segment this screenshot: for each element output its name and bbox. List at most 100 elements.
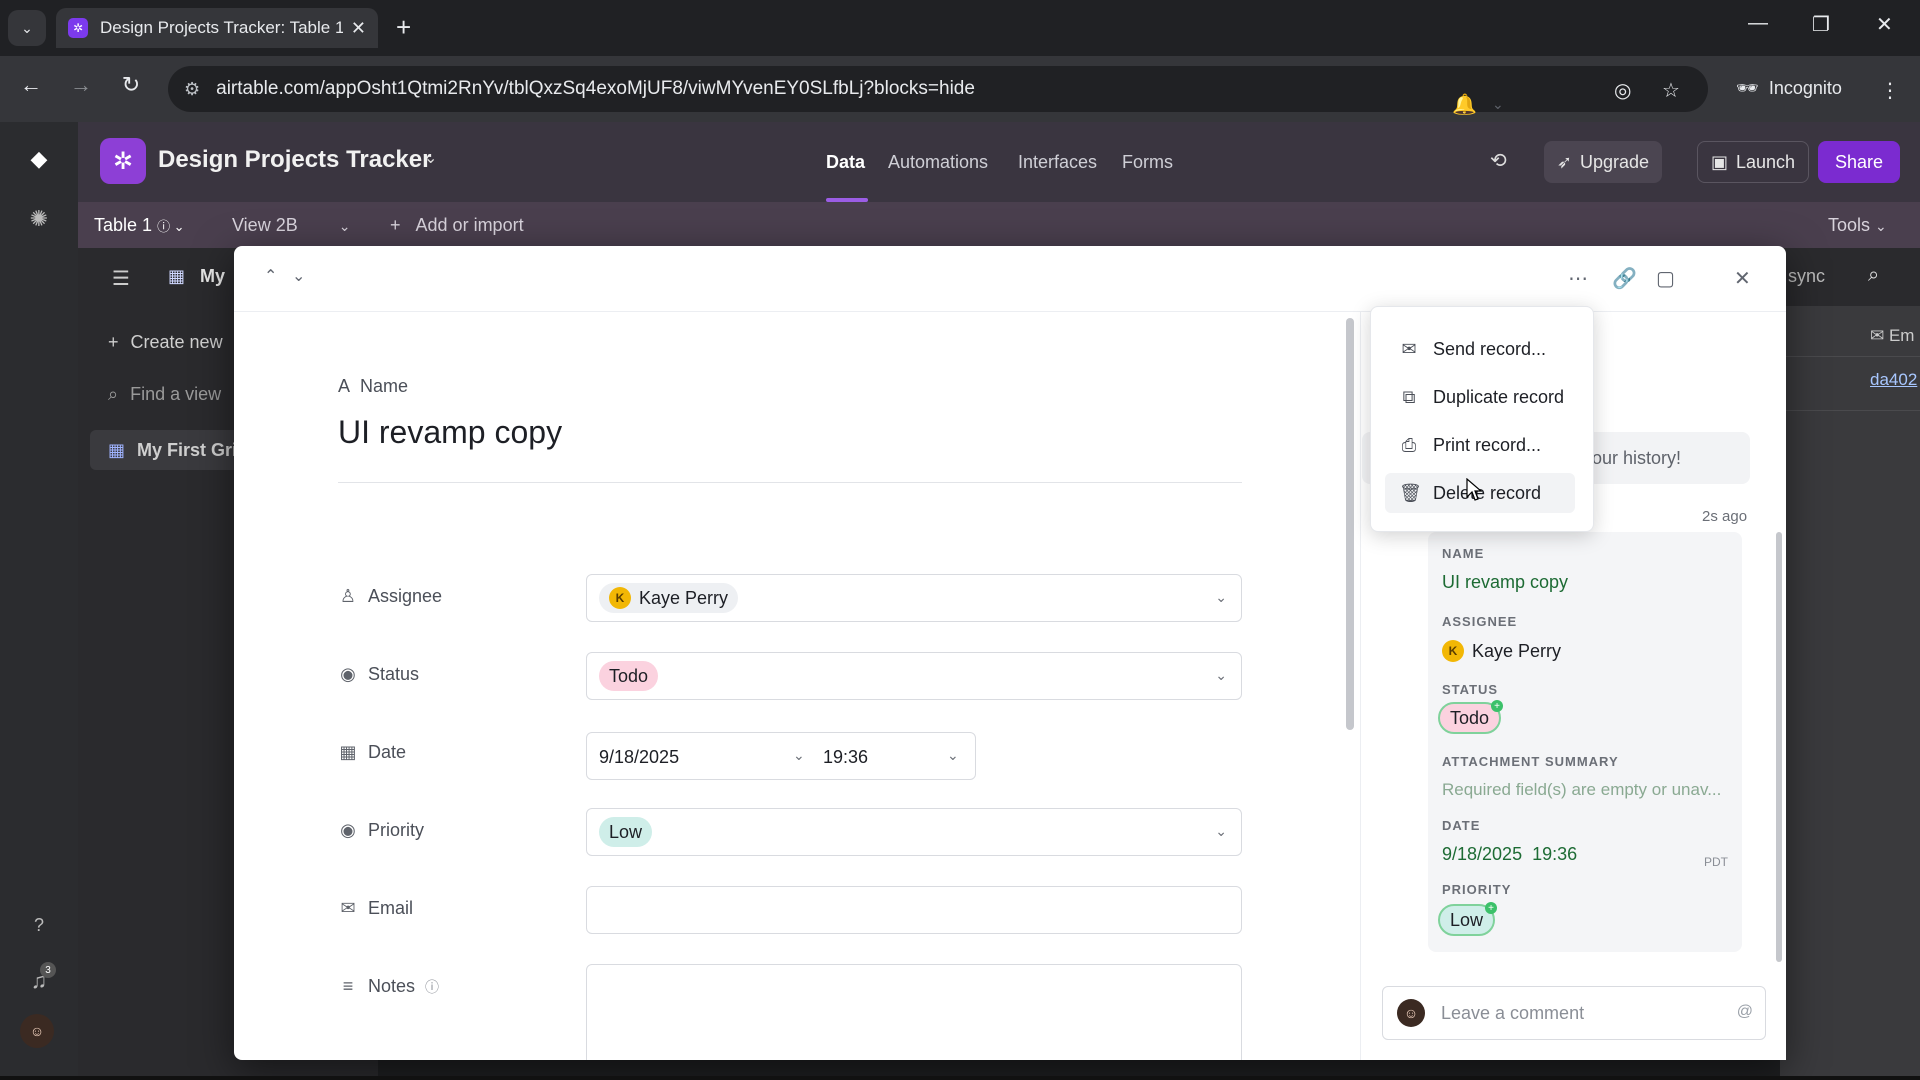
base-icon[interactable]: ✲ <box>100 138 146 184</box>
previous-record-icon[interactable]: ⌃ <box>264 266 277 286</box>
mouse-cursor-icon <box>1466 478 1482 501</box>
notifications-icon[interactable]: ♫ 3 <box>20 962 58 1000</box>
copy-link-icon[interactable]: 🔗 <box>1612 266 1637 291</box>
chevron-down-icon[interactable]: ⌄ <box>1215 823 1227 840</box>
restore-icon[interactable]: ❐ <box>1812 12 1830 37</box>
trash-icon: 🗑 <box>1399 482 1422 503</box>
chevron-down-icon[interactable]: ⌄ <box>424 148 437 168</box>
eye-off-icon[interactable]: ◎ <box>1614 78 1631 103</box>
url-text: airtable.com/appOsht1Qtmi2RnYv/tblQxzSq4… <box>216 78 975 99</box>
comment-input[interactable]: ☺ Leave a comment @ <box>1382 986 1766 1040</box>
minimize-icon[interactable]: — <box>1748 12 1768 35</box>
date-field[interactable]: 9/18/2025 ⌄ 19:36 ⌄ <box>586 732 976 780</box>
chevron-down-icon[interactable]: ⌄ <box>1492 96 1504 113</box>
grid-cell-link[interactable]: da402 <box>1870 370 1917 390</box>
priority-field[interactable]: Low ⌄ <box>586 808 1242 856</box>
view-title[interactable]: My <box>200 266 225 287</box>
search-icon[interactable]: ⌕ <box>1868 264 1879 287</box>
history-icon[interactable]: ⟲ <box>1490 148 1507 173</box>
tab-search-button[interactable]: ⌄ <box>8 10 46 46</box>
close-tab-icon[interactable]: ✕ <box>351 18 366 39</box>
date-label: ▦ Date <box>339 742 407 762</box>
nav-data[interactable]: Data <box>826 152 865 173</box>
plus-icon: + <box>390 215 401 235</box>
next-record-icon[interactable]: ⌄ <box>292 266 305 286</box>
assignee-field[interactable]: K Kaye Perry ⌄ <box>586 574 1242 622</box>
comments-toggle-icon[interactable]: ▢ <box>1656 266 1675 291</box>
grid-column-header[interactable]: ✉ Em <box>1870 326 1914 346</box>
chevron-down-icon[interactable]: ⌄ <box>1215 667 1227 684</box>
create-view-button[interactable]: + Create new <box>108 332 223 353</box>
email-field[interactable] <box>586 886 1242 934</box>
tools-label: Tools <box>1828 215 1871 235</box>
record-title[interactable]: UI revamp copy <box>338 414 562 451</box>
share-button[interactable]: Share <box>1818 141 1900 183</box>
bookmark-star-icon[interactable]: ☆ <box>1662 78 1680 103</box>
notes-field[interactable] <box>586 964 1242 1060</box>
table-name: Table 1 <box>94 215 153 235</box>
launch-button[interactable]: ▣ Launch <box>1697 141 1809 183</box>
launch-icon: ▣ <box>1710 151 1728 172</box>
assignee-chip[interactable]: K Kaye Perry <box>599 583 739 613</box>
history-scrollbar[interactable] <box>1776 532 1782 962</box>
sidebar-toggle-icon[interactable]: ☰ <box>112 266 130 291</box>
chevron-down-icon[interactable]: ⌄ <box>793 747 805 764</box>
date-value[interactable]: 9/18/2025 <box>599 747 679 768</box>
browser-menu-icon[interactable]: ⋮ <box>1880 78 1900 103</box>
info-icon[interactable]: ⓘ <box>425 977 439 997</box>
nav-automations[interactable]: Automations <box>888 152 988 173</box>
more-options-icon[interactable]: ⋯ <box>1568 266 1588 291</box>
account-avatar[interactable]: ☺ <box>20 1014 54 1048</box>
upgrade-button[interactable]: ➶ Upgrade <box>1544 141 1662 183</box>
reload-icon[interactable]: ↻ <box>114 72 148 98</box>
airtable-logo-icon[interactable]: ◆ <box>20 140 58 178</box>
fields-scrollbar[interactable] <box>1346 318 1354 730</box>
added-indicator-icon: + <box>1491 700 1504 712</box>
find-view-input[interactable]: ⌕ Find a view <box>108 384 221 405</box>
history-priority-badge: Low + <box>1438 902 1498 936</box>
table-tabs-bar: Table 1 ⓘ ⌄ View 2B ⌄ + Add or import To… <box>78 202 1920 248</box>
incognito-indicator[interactable]: 🕶 Incognito <box>1718 66 1860 110</box>
nav-interfaces[interactable]: Interfaces <box>1018 152 1097 173</box>
mention-icon[interactable]: @ <box>1737 1003 1753 1021</box>
sync-label[interactable]: sync <box>1788 266 1825 287</box>
chevron-down-icon[interactable]: ⌄ <box>947 747 959 764</box>
priority-label: ◉ Priority <box>338 820 424 841</box>
new-tab-icon[interactable]: + <box>396 12 411 42</box>
history-status-label: STATUS <box>1442 682 1499 697</box>
menu-item-duplicate-record[interactable]: ⧉ Duplicate record <box>1385 377 1575 417</box>
grid-view-icon: ▦ <box>108 439 126 460</box>
forward-icon[interactable]: → <box>64 72 98 98</box>
nav-forms[interactable]: Forms <box>1122 152 1173 173</box>
back-icon[interactable]: ← <box>14 72 48 98</box>
close-window-icon[interactable]: ✕ <box>1876 12 1893 37</box>
base-header: ✲ Design Projects Tracker ⌄ Data Automat… <box>78 122 1920 202</box>
tools-menu[interactable]: Tools ⌄ <box>1828 215 1887 236</box>
menu-item-send-record[interactable]: ✉ Send record... <box>1385 329 1575 369</box>
site-settings-icon[interactable]: ⚙ <box>184 79 200 100</box>
url-field[interactable]: ⚙ airtable.com/appOsht1Qtmi2RnYv/tblQxzS… <box>168 66 1708 112</box>
address-bar: ← → ↻ ⚙ airtable.com/appOsht1Qtmi2RnYv/t… <box>0 56 1920 122</box>
close-icon[interactable]: ✕ <box>1734 266 1751 291</box>
time-value[interactable]: 19:36 <box>823 747 868 768</box>
help-icon[interactable]: ? <box>20 906 58 944</box>
history-date-value: 9/18/2025 19:36 <box>1442 844 1578 864</box>
view-tab[interactable]: View 2B ⌄ <box>232 215 350 236</box>
status-icon: ◉ <box>340 664 356 684</box>
omni-icon[interactable]: ✺ <box>20 200 58 238</box>
history-date-label: DATE <box>1442 818 1481 833</box>
info-icon: ⓘ ⌄ <box>157 219 185 234</box>
history-assignee-value: K Kaye Perry <box>1442 640 1561 662</box>
text-field-icon: A <box>338 376 351 396</box>
table-tab[interactable]: Table 1 ⓘ ⌄ <box>94 215 185 236</box>
history-attachment-value: Required field(s) are empty or unav... <box>1442 780 1722 799</box>
add-or-import-button[interactable]: + Add or import <box>390 215 524 236</box>
chevron-down-icon[interactable]: ⌄ <box>1215 589 1227 606</box>
browser-tab[interactable]: ✲ Design Projects Tracker: Table 1 ✕ <box>56 8 378 48</box>
mail-icon: ✉ <box>1401 338 1417 359</box>
base-name[interactable]: Design Projects Tracker <box>158 146 431 174</box>
status-field[interactable]: Todo ⌄ <box>586 652 1242 700</box>
history-attachment-label: ATTACHMENT SUMMARY <box>1442 754 1619 769</box>
menu-item-print-record[interactable]: ⎙ Print record... <box>1385 425 1575 465</box>
bell-icon[interactable]: 🔔 <box>1452 92 1477 117</box>
